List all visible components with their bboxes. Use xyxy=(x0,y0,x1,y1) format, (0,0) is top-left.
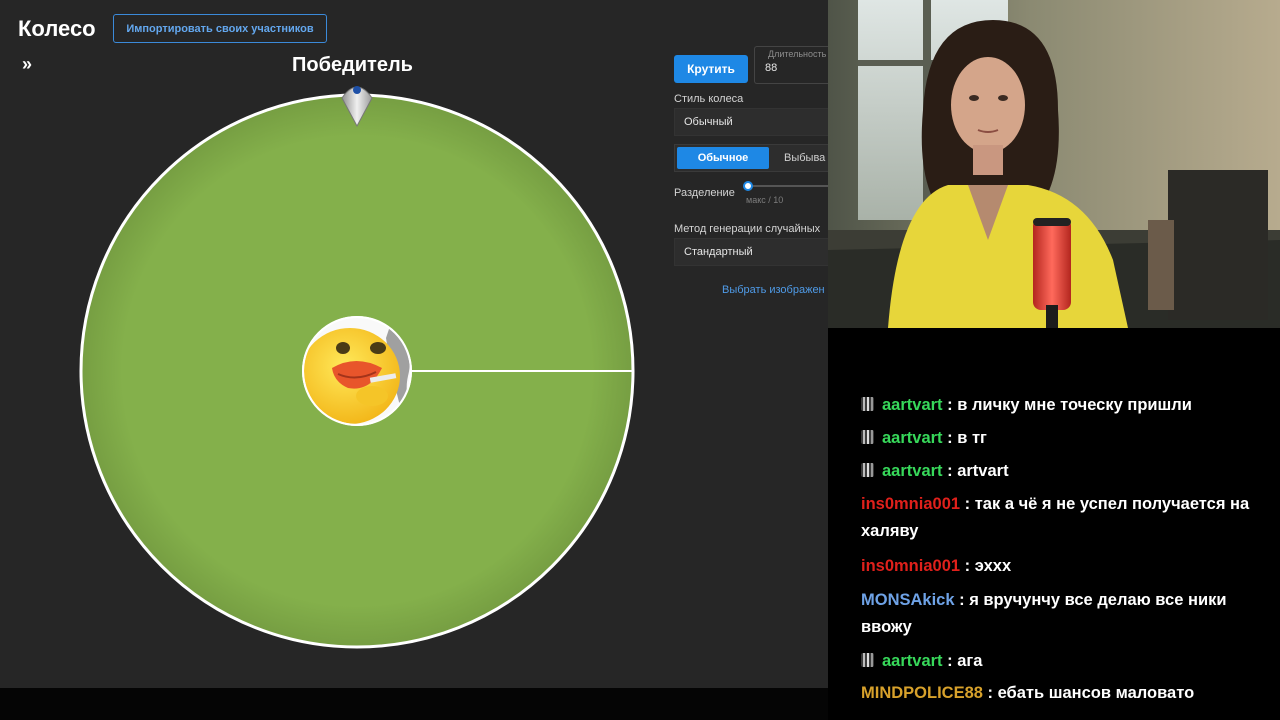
split-label: Разделение xyxy=(674,187,735,199)
chat-message: ins0mnia001 : эххх xyxy=(861,553,1277,580)
chat-message: aartvart : ага xyxy=(861,648,1277,675)
chat-username[interactable]: aartvart xyxy=(882,396,943,414)
chat-badge-icon xyxy=(861,463,874,477)
chat-text: : в личку мне точеску пришли xyxy=(942,396,1192,414)
choose-image-link[interactable]: Выбрать изображен xyxy=(722,284,825,296)
chat-message: aartvart : в тг xyxy=(861,425,1277,452)
chat-badge-icon xyxy=(861,397,874,411)
winner-label: Победитель xyxy=(292,54,413,76)
chat-text: : artvart xyxy=(942,462,1009,480)
bottom-bar xyxy=(0,688,828,720)
chat-username[interactable]: aartvart xyxy=(882,429,943,447)
split-slider-thumb[interactable] xyxy=(743,181,753,191)
chat-text: : ага xyxy=(942,652,983,670)
chat-message: MINDPOLICE88 : ебать шансов маловато xyxy=(861,680,1277,707)
expand-sidebar-icon[interactable]: » xyxy=(22,54,32,75)
chat-text: : в тг xyxy=(942,429,987,447)
chat-text: : ебать шансов маловато xyxy=(982,684,1195,702)
random-method-select[interactable]: Стандартный xyxy=(674,238,828,266)
duration-value[interactable]: 88 xyxy=(765,62,777,74)
chat-username[interactable]: ins0mnia001 xyxy=(861,557,960,575)
split-hint: макс / 10 xyxy=(746,195,784,205)
chat-message: aartvart : artvart xyxy=(861,458,1277,485)
chat-badge-icon xyxy=(861,430,874,444)
split-slider-track[interactable] xyxy=(748,185,828,187)
spin-button[interactable]: Крутить xyxy=(674,55,748,83)
wheel-app-panel: Колесо Импортировать своих участников » … xyxy=(0,0,828,688)
chat-username[interactable]: MINDPOLICE88 xyxy=(861,684,983,702)
webcam-feed xyxy=(828,0,1280,328)
chat-username[interactable]: ins0mnia001 xyxy=(861,495,960,513)
duration-label: Длительность xyxy=(766,49,828,59)
wheel-style-label: Стиль колеса xyxy=(674,93,744,105)
random-method-label: Метод генерации случайных xyxy=(674,223,821,235)
wheel[interactable] xyxy=(60,76,660,676)
wheel-style-select[interactable]: Обычный xyxy=(674,108,828,136)
mode-normal-button[interactable]: Обычное xyxy=(677,147,769,169)
chat-username[interactable]: MONSAkick xyxy=(861,591,955,609)
chat-message: ins0mnia001 : так а чё я не успел получа… xyxy=(861,491,1277,545)
page-title: Колесо xyxy=(18,16,96,41)
chat-message: aartvart : в личку мне точеску пришли xyxy=(861,392,1277,419)
chat-panel: aartvart : в личку мне точеску пришли aar… xyxy=(828,328,1280,720)
mode-elimination-button[interactable]: Выбыва xyxy=(784,152,825,164)
chat-username[interactable]: aartvart xyxy=(882,652,943,670)
chat-badge-icon xyxy=(861,653,874,667)
import-participants-button[interactable]: Импортировать своих участников xyxy=(113,14,327,43)
chat-message: MONSAkick : я вручунчу все делаю все ник… xyxy=(861,587,1277,641)
chat-username[interactable]: aartvart xyxy=(882,462,943,480)
chat-text: : эххх xyxy=(960,557,1012,575)
